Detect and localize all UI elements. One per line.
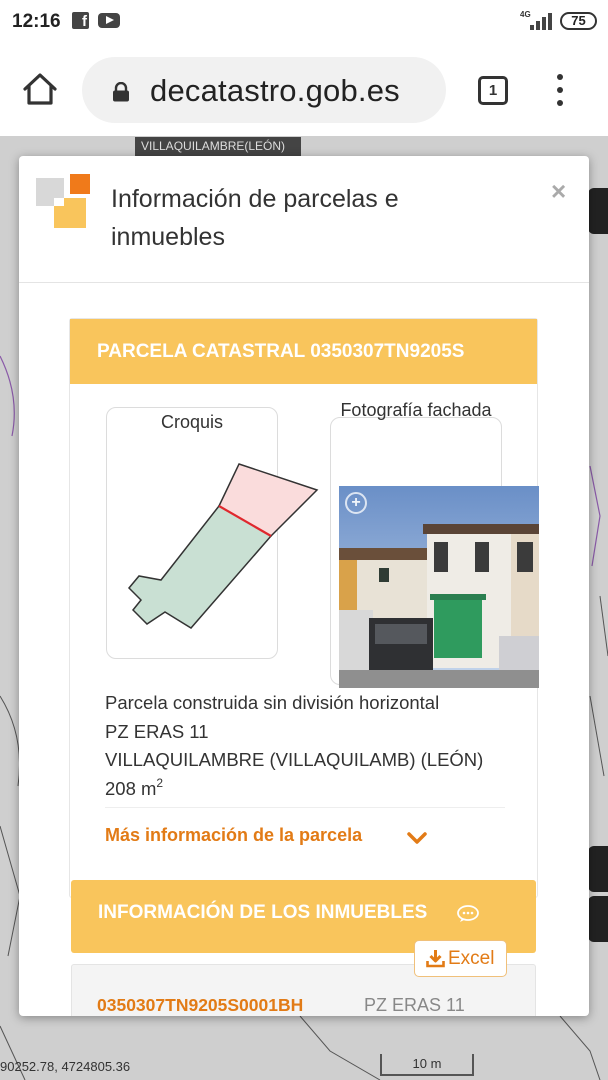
status-time: 12:16: [12, 11, 61, 32]
inmueble-address: PZ ERAS 11: [364, 995, 465, 1015]
map-municipality-label: VILLAQUILAMBRE(LEÓN): [135, 137, 301, 156]
photo-label: Fotografía fachada: [340, 400, 492, 420]
map-side-button[interactable]: [588, 846, 608, 892]
sketch-panel[interactable]: Croquis: [106, 407, 319, 659]
parcel-header: PARCELA CATASTRAL 0350307TN9205S: [70, 319, 537, 384]
inmueble-reference[interactable]: 0350307TN9205S0001BH: [97, 995, 303, 1016]
parcel-address: PZ ERAS 11: [105, 720, 209, 742]
tab-switcher-button[interactable]: 1: [478, 76, 508, 105]
facade-photo[interactable]: +: [339, 486, 539, 688]
area-value: 208 m: [105, 777, 157, 799]
map-side-button[interactable]: [588, 188, 608, 234]
map-coordinates: 90252.78, 4724805.36: [0, 1059, 131, 1074]
area-exponent: 2: [156, 775, 164, 790]
youtube-icon: [98, 13, 120, 28]
sketch-label: Croquis: [160, 412, 224, 432]
catastro-logo: [34, 172, 92, 230]
zoom-icon[interactable]: +: [345, 492, 367, 514]
home-icon[interactable]: [22, 72, 58, 106]
close-button[interactable]: ×: [551, 178, 566, 204]
chevron-down-icon[interactable]: [406, 831, 428, 845]
facade-image: [339, 486, 539, 688]
dialog-title: Información de parcelas e inmuebles: [111, 185, 399, 251]
facebook-icon: f: [72, 12, 89, 30]
battery-icon: 75: [560, 12, 597, 30]
browser-toolbar: decatastro.gob.es 1: [0, 44, 608, 136]
battery-level: 75: [571, 13, 586, 28]
status-bar: 12:16 f 4G 75: [0, 0, 608, 44]
map-scale-bar: 10 m: [380, 1054, 474, 1076]
map-side-button[interactable]: [588, 896, 608, 942]
inmuebles-title: INFORMACIÓN DE LOS INMUEBLES: [98, 902, 428, 923]
parcel-municipality: VILLAQUILAMBRE (VILLAQUILAMB) (LEÓN): [105, 749, 484, 770]
tab-count: 1: [488, 82, 498, 99]
excel-download-button[interactable]: Excel: [414, 940, 507, 977]
signal-icon: 4G: [520, 10, 552, 32]
map-scale-label: 10 m: [412, 1056, 442, 1071]
parcel-card: PARCELA CATASTRAL 0350307TN9205S Croquis…: [69, 318, 539, 898]
parcel-area: 208 m2: [105, 775, 525, 804]
divider: [105, 807, 505, 808]
download-icon: [426, 949, 445, 968]
parcel-details: Parcela construida sin división horizont…: [105, 689, 525, 803]
url-bar[interactable]: decatastro.gob.es: [82, 57, 446, 123]
dialog-body[interactable]: PARCELA CATASTRAL 0350307TN9205S Croquis…: [19, 284, 589, 1016]
photo-panel[interactable]: Fotografía fachada +: [330, 400, 539, 688]
url-text: decatastro.gob.es: [150, 73, 400, 108]
parcel-info-dialog: Información de parcelas e inmuebles × PA…: [19, 156, 589, 1016]
excel-label: Excel: [448, 948, 495, 969]
network-type: 4G: [520, 10, 531, 19]
parcel-sketch: [127, 463, 319, 629]
more-options-icon[interactable]: [553, 74, 567, 108]
more-info-link[interactable]: Más información de la parcela: [105, 825, 362, 846]
chat-bubble-icon[interactable]: [457, 905, 479, 923]
lock-icon: [112, 81, 130, 102]
dialog-header: Información de parcelas e inmuebles ×: [19, 156, 589, 283]
parcel-type: Parcela construida sin división horizont…: [105, 692, 440, 713]
